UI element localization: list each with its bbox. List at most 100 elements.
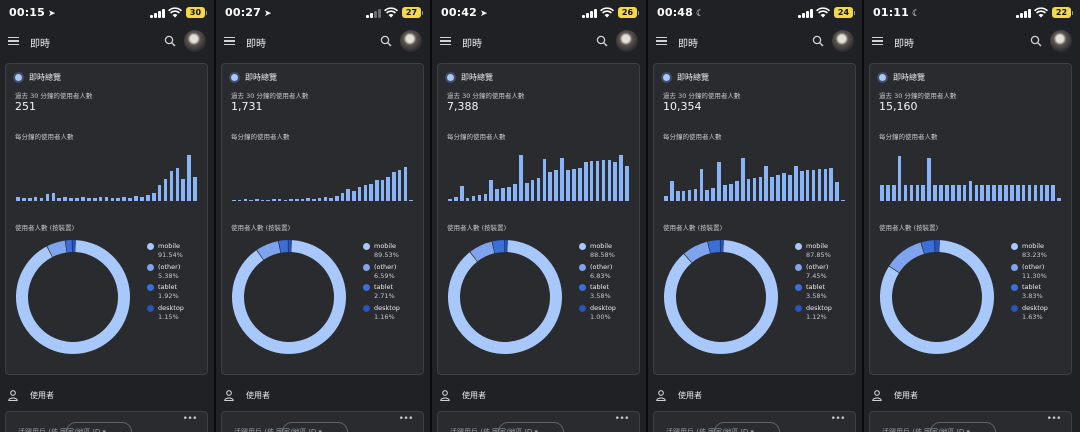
minute-bar	[386, 176, 391, 201]
legend-swatch	[579, 284, 586, 291]
minute-bar	[187, 155, 191, 201]
minute-bar	[335, 195, 339, 201]
legend-percent: 1.00%	[590, 312, 611, 321]
search-icon[interactable]	[380, 35, 392, 47]
avatar[interactable]	[832, 30, 854, 52]
person-icon	[872, 390, 882, 401]
avatar[interactable]	[1050, 30, 1072, 52]
per-minute-bar-chart[interactable]	[663, 148, 846, 201]
minute-bar	[294, 199, 299, 201]
minute-bar	[375, 179, 379, 201]
users-section-title: 使用者	[678, 391, 702, 400]
device-chart-label: 使用者人數 (按裝置)	[879, 224, 939, 232]
legend-percent: 1.92%	[158, 292, 179, 300]
minute-bar	[69, 197, 73, 201]
minute-bar	[583, 161, 588, 201]
users-total-value: 10,354	[663, 100, 702, 113]
device-donut-chart[interactable]	[230, 238, 348, 356]
legend-label: tablet	[158, 283, 178, 291]
avatar[interactable]	[400, 30, 422, 52]
legend-item-desktop: desktop 1.12%	[795, 304, 855, 324]
battery-indicator: 27	[402, 7, 423, 18]
minute-bar	[380, 179, 385, 201]
per-minute-bar-chart[interactable]	[447, 148, 630, 201]
minute-bar	[181, 178, 186, 201]
legend-swatch	[579, 243, 586, 250]
minute-bar	[554, 170, 559, 201]
minute-bar	[1033, 185, 1038, 201]
minute-bar	[758, 176, 763, 201]
minute-bar	[495, 189, 499, 201]
legend-swatch	[1011, 284, 1018, 291]
minute-bar	[886, 185, 890, 201]
more-options-icon[interactable]: •••	[1047, 414, 1062, 424]
menu-icon[interactable]	[8, 37, 19, 46]
device-donut-chart[interactable]	[662, 238, 780, 356]
minute-bar	[27, 197, 32, 201]
card-title: 即時總覽	[677, 73, 709, 82]
minute-bar	[841, 199, 845, 201]
legend-label: desktop	[374, 303, 400, 312]
minute-bar	[300, 198, 305, 201]
minute-bar	[116, 197, 121, 201]
search-icon[interactable]	[596, 35, 608, 47]
status-bar: 00:15 ➤ 30	[0, 0, 214, 26]
minute-bar	[237, 199, 242, 201]
minute-bar	[986, 185, 991, 201]
minute-bar	[980, 185, 985, 201]
legend-swatch	[363, 284, 370, 291]
minute-bar	[1015, 185, 1020, 201]
minute-bar	[560, 157, 564, 201]
active-users-by-country-title: 活躍用戶 (依 國家/地區 ID ▾	[234, 428, 322, 432]
status-glyph-icon: ☾	[912, 9, 921, 19]
per-minute-bar-chart[interactable]	[879, 148, 1062, 201]
per-minute-bar-chart[interactable]	[231, 148, 414, 201]
page-title: 即時	[462, 39, 482, 50]
minute-bar	[782, 173, 786, 201]
minute-bar	[283, 199, 288, 201]
device-donut-chart[interactable]	[878, 238, 996, 356]
minute-bar	[625, 166, 629, 201]
users-last-30-min-label: 過去 30 分鐘的使用者人數	[447, 92, 525, 100]
device-legend: mobile 83.23% (other) 11.30% tablet 3.83% desk…	[1011, 242, 1071, 324]
more-options-icon[interactable]: •••	[183, 414, 198, 424]
search-icon[interactable]	[1030, 35, 1042, 47]
status-time: 00:48 ☾	[657, 6, 705, 19]
phone-screen: 01:11 ☾ 22 即時 即時總覽 過去 30 分鐘的使用者人數 15,160 …	[864, 0, 1080, 432]
minute-bar	[157, 185, 162, 201]
minute-bar	[306, 197, 310, 201]
legend-swatch	[795, 243, 802, 250]
minute-bar	[897, 156, 902, 201]
more-options-icon[interactable]: •••	[615, 414, 630, 424]
menu-icon[interactable]	[656, 37, 667, 46]
menu-icon[interactable]	[224, 37, 235, 46]
search-icon[interactable]	[812, 35, 824, 47]
avatar[interactable]	[616, 30, 638, 52]
minute-bar	[746, 178, 751, 201]
search-icon[interactable]	[164, 35, 176, 47]
cell-signal-icon	[798, 9, 814, 18]
minute-bar	[829, 168, 834, 201]
minute-bar	[329, 197, 333, 201]
device-donut-chart[interactable]	[446, 238, 564, 356]
device-donut-chart[interactable]	[14, 238, 132, 356]
more-options-icon[interactable]: •••	[399, 414, 414, 424]
menu-icon[interactable]	[440, 37, 451, 46]
users-total-value: 251	[15, 100, 36, 113]
minute-bar	[817, 169, 822, 201]
minute-bar	[1021, 185, 1026, 201]
avatar[interactable]	[184, 30, 206, 52]
minute-bar	[57, 197, 62, 201]
minute-bar	[357, 187, 362, 201]
legend-item-tablet: tablet 3.58%	[795, 283, 855, 303]
legend-item-desktop: desktop 1.15%	[147, 304, 207, 324]
minute-bar	[607, 159, 612, 201]
device-chart-label: 使用者人數 (按裝置)	[447, 224, 507, 232]
menu-icon[interactable]	[872, 37, 883, 46]
per-minute-bar-chart[interactable]	[15, 148, 198, 201]
phone-screen: 00:48 ☾ 24 即時 即時總覽 過去 30 分鐘的使用者人數 10,354 …	[648, 0, 864, 432]
users-last-30-min-label: 過去 30 分鐘的使用者人數	[15, 92, 93, 100]
legend-item-other: (other) 6.59%	[363, 263, 423, 283]
person-icon	[8, 390, 18, 401]
more-options-icon[interactable]: •••	[831, 414, 846, 424]
